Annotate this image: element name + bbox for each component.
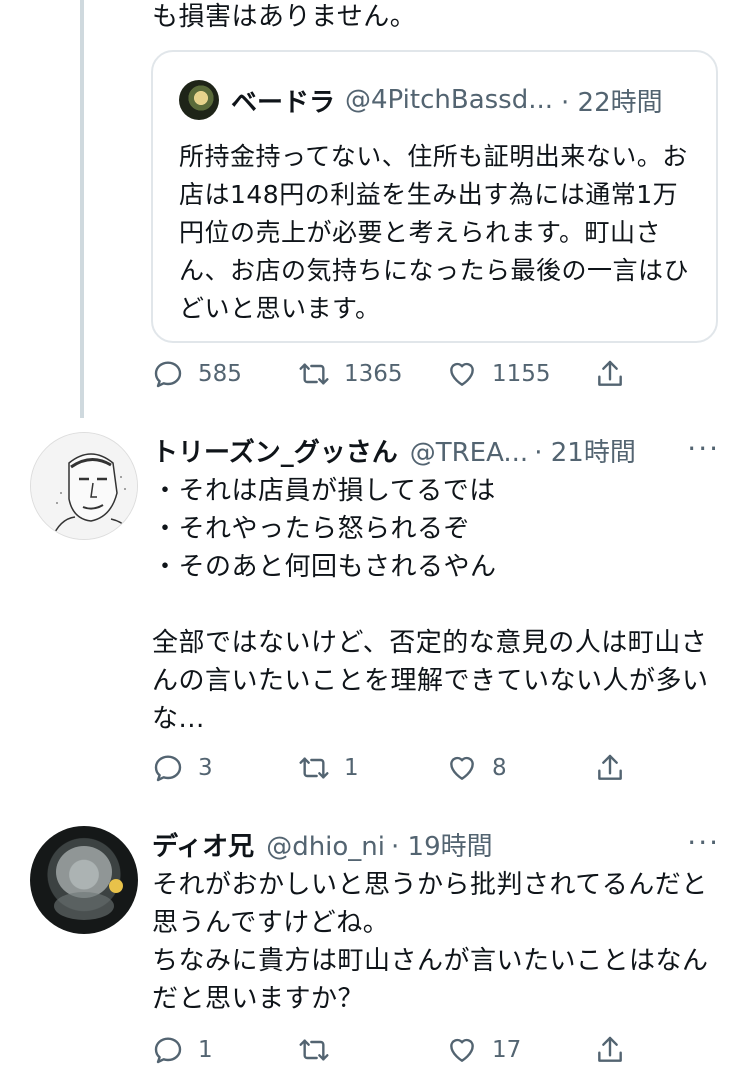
like-icon: [446, 358, 478, 390]
share-button[interactable]: [594, 1034, 640, 1066]
reply-button[interactable]: 3: [152, 752, 213, 784]
avatar[interactable]: [30, 826, 138, 934]
retweet-icon: [298, 358, 330, 390]
reply-icon: [152, 358, 184, 390]
user-name[interactable]: ディオ兄: [152, 826, 254, 863]
tweet-actions: 585 1365 1155: [152, 358, 632, 398]
retweet-button[interactable]: 1365: [298, 358, 403, 390]
tweet-text: ・それは店員が損してるでは ・それやったら怒られるぞ ・そのあと何回もされるやん…: [152, 476, 709, 734]
share-icon: [594, 1034, 626, 1066]
user-handle: @dhio_ni: [266, 832, 386, 862]
timestamp[interactable]: · 21時間: [534, 432, 636, 469]
like-button[interactable]: 1155: [446, 358, 551, 390]
like-count: 8: [492, 755, 507, 781]
reply-count: 3: [198, 755, 213, 781]
like-button[interactable]: 8: [446, 752, 507, 784]
tweet-text: も損害はありません。: [152, 2, 417, 32]
thread-line: [80, 0, 84, 418]
avatar[interactable]: [179, 80, 219, 120]
tweet-text: それがおかしいと思うから批判されてるんだと思うんですけどね。 ちなみに貴方は町山…: [152, 870, 709, 1014]
retweet-icon: [298, 752, 330, 784]
like-icon: [446, 752, 478, 784]
manga-face-icon: [31, 433, 137, 539]
retweet-count: 1365: [344, 361, 403, 387]
tweet-actions: 3 1 8: [152, 752, 632, 792]
reply-count: 1: [198, 1037, 213, 1063]
user-handle: @TREA...: [409, 438, 529, 468]
reply-button[interactable]: 1: [152, 1034, 213, 1066]
more-icon[interactable]: ···: [687, 432, 720, 465]
reply-count: 585: [198, 361, 242, 387]
quoted-user-name[interactable]: ベードラ: [231, 82, 335, 119]
retweet-button[interactable]: [298, 1034, 344, 1066]
quoted-timestamp[interactable]: · 22時間: [561, 82, 663, 119]
like-icon: [446, 1034, 478, 1066]
reply-button[interactable]: 585: [152, 358, 242, 390]
like-button[interactable]: 17: [446, 1034, 521, 1066]
reply-icon: [152, 752, 184, 784]
quoted-user-handle: @4PitchBassd...: [345, 85, 554, 115]
tweet-actions: 1 17: [152, 1034, 632, 1074]
more-icon[interactable]: ···: [687, 826, 720, 859]
figure-photo-icon: [54, 846, 123, 920]
quoted-tweet-text: 所持金持ってない、住所も証明出来ない。お店は148円の利益を生み出す為には通常1…: [179, 142, 690, 323]
tweet-header: ディオ兄 @dhio_ni · 19時間: [152, 826, 493, 863]
like-count: 17: [492, 1037, 522, 1063]
share-icon: [594, 752, 626, 784]
retweet-button[interactable]: 1: [298, 752, 359, 784]
retweet-icon: [298, 1034, 330, 1066]
share-icon: [594, 358, 626, 390]
like-count: 1155: [492, 361, 551, 387]
share-button[interactable]: [594, 358, 640, 390]
retweet-count: 1: [344, 755, 359, 781]
reply-icon: [152, 1034, 184, 1066]
quoted-tweet[interactable]: ベードラ @4PitchBassd... · 22時間 所持金持ってない、住所も…: [151, 50, 718, 343]
timestamp[interactable]: · 19時間: [391, 826, 493, 863]
quoted-tweet-header: ベードラ @4PitchBassd... · 22時間: [179, 80, 663, 120]
share-button[interactable]: [594, 752, 640, 784]
tweet-header: トリーズン_グッさん @TREA... · 21時間: [152, 432, 636, 469]
avatar[interactable]: [30, 432, 138, 540]
user-name[interactable]: トリーズン_グッさん: [152, 432, 398, 469]
